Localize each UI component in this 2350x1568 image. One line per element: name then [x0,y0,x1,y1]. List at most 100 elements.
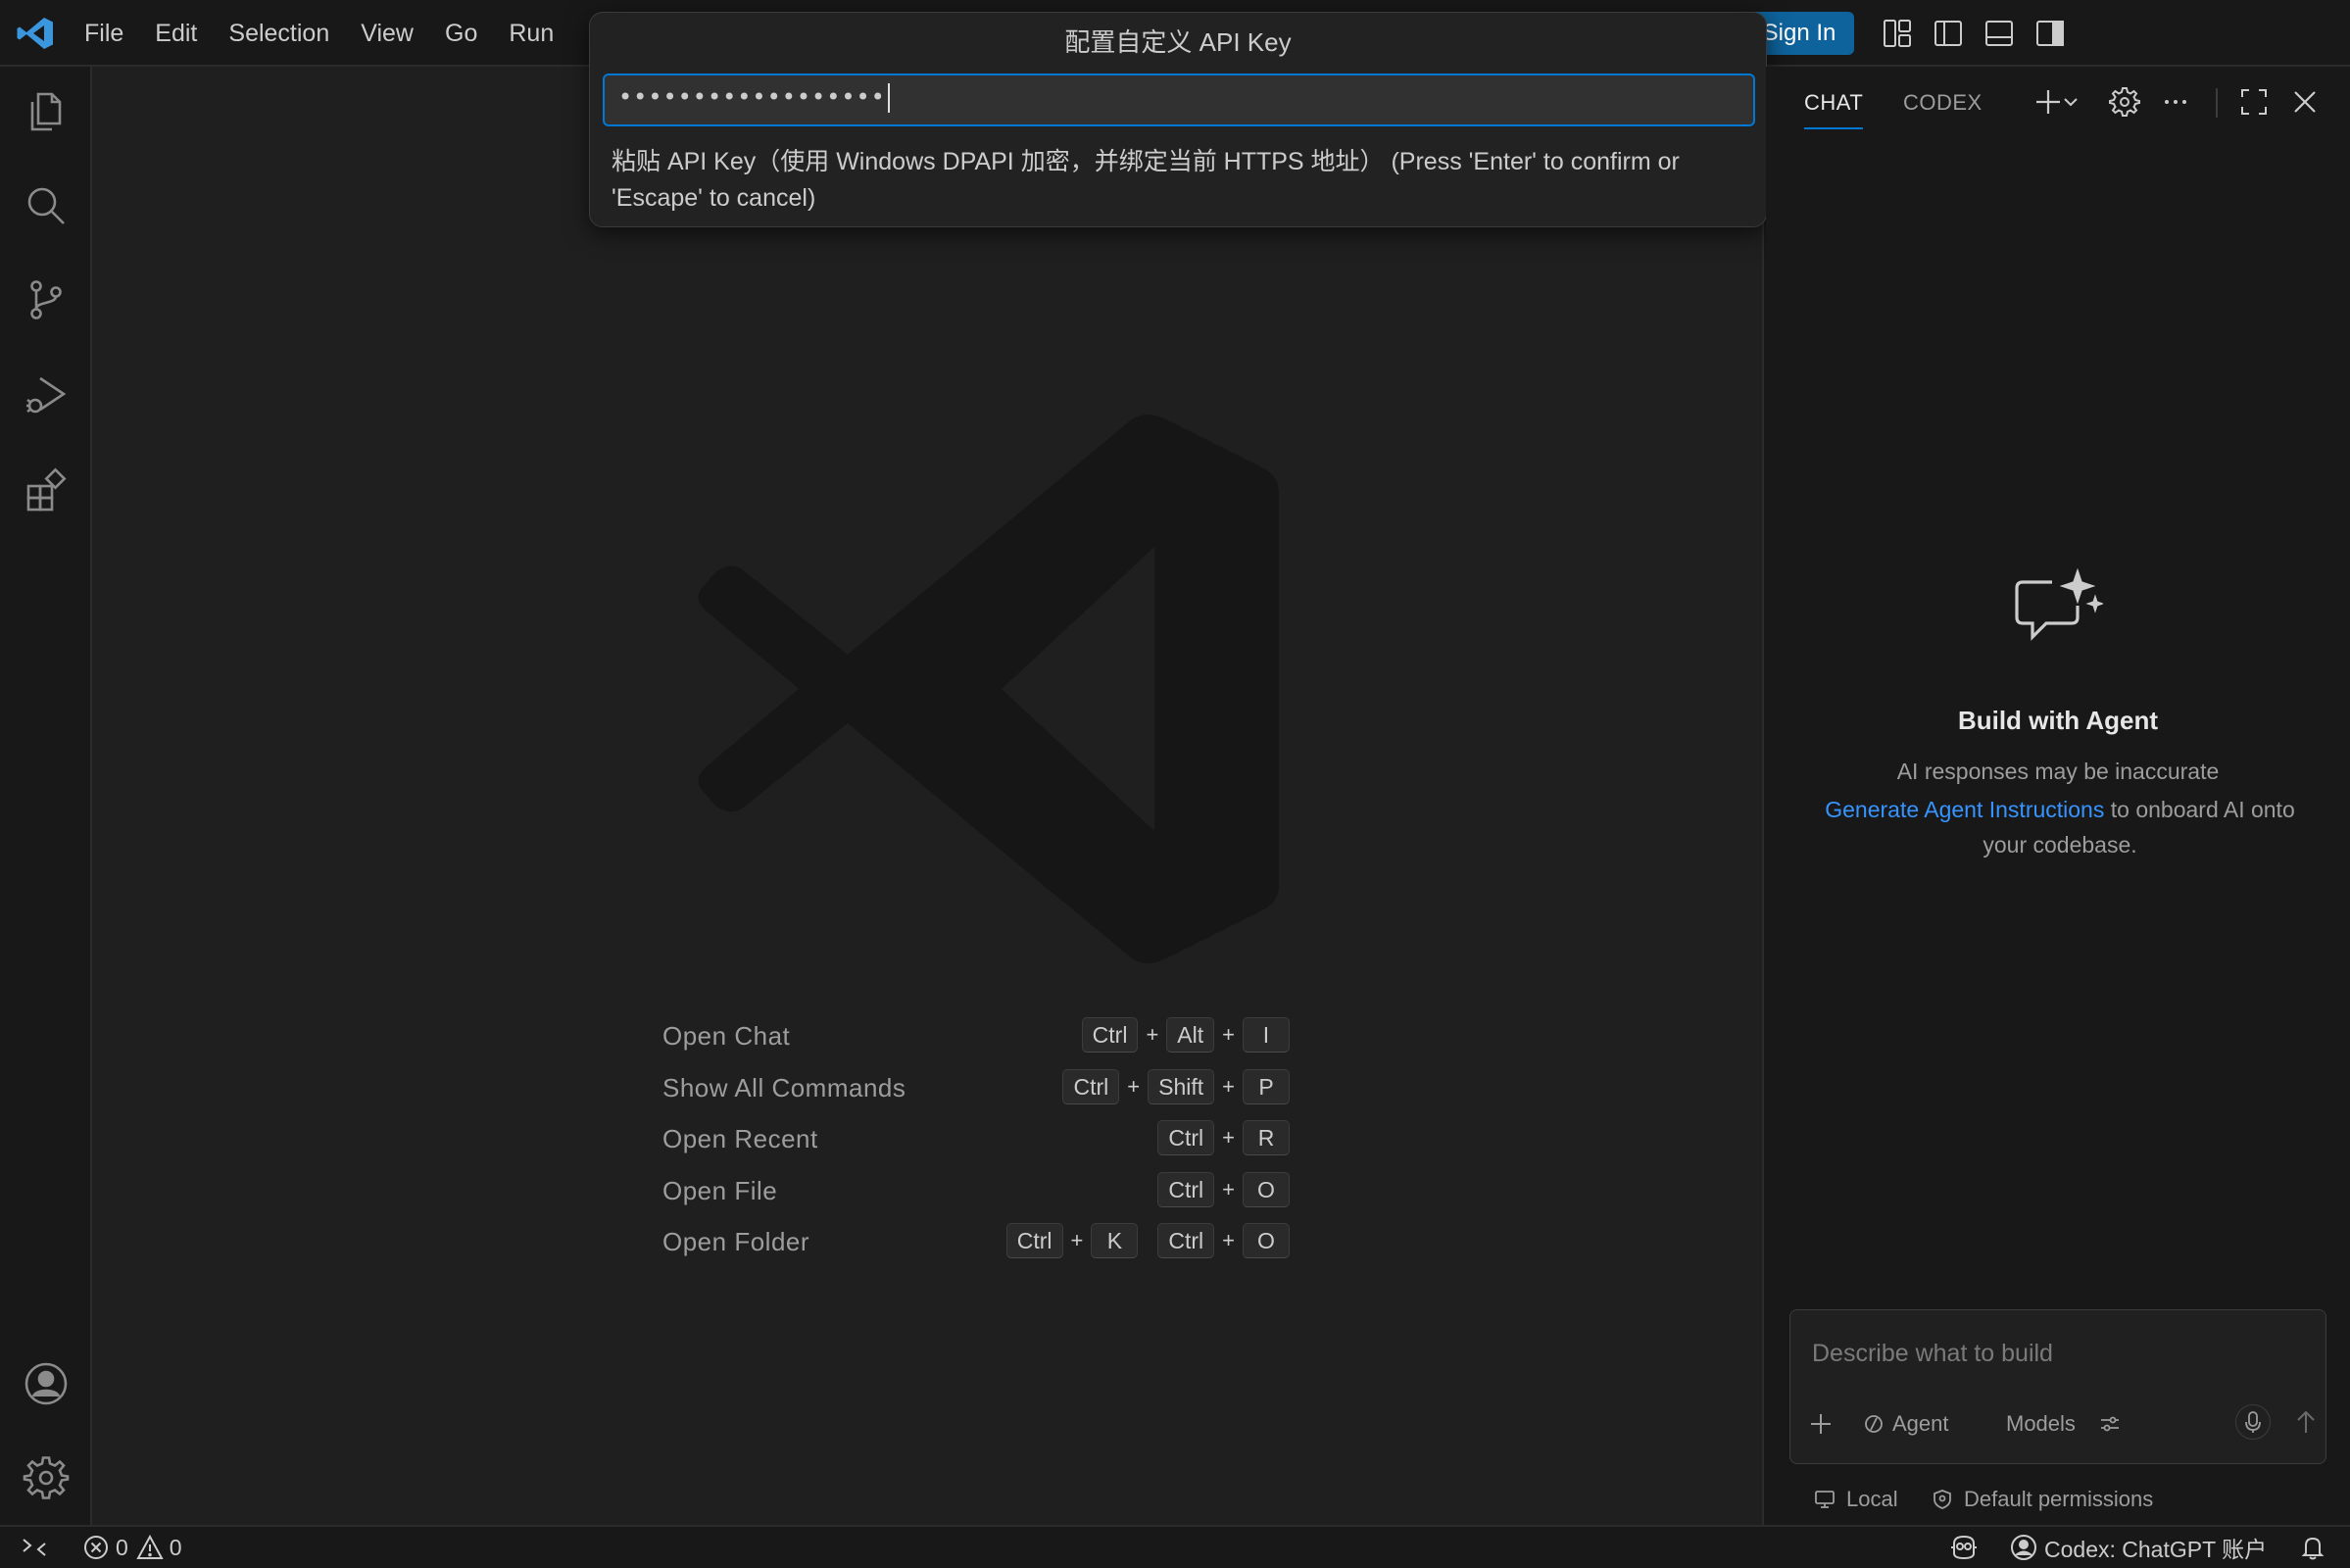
menu-bar: File Edit Selection View Go Run [69,0,569,67]
key: P [1243,1068,1290,1104]
monitor-icon [1815,1491,1835,1508]
bell-icon [2301,1537,2325,1560]
key: R [1243,1120,1290,1155]
remote-indicator[interactable] [20,1527,55,1568]
toggle-secondary-sidebar-icon[interactable] [2034,18,2066,49]
editor-area: Open Chat Ctrl + Alt + I Show All Commands… [92,67,1764,1525]
text-caret [887,83,890,113]
notifications-button[interactable] [2299,1527,2332,1568]
vscode-logo-icon [17,18,53,49]
search-icon[interactable] [23,182,70,229]
shortcut-label: Show All Commands [662,1072,906,1102]
chat-sparkle-icon [2015,567,2103,641]
chat-input-placeholder: Describe what to build [1812,1340,2053,1367]
tab-chat[interactable]: CHAT [1804,90,1864,129]
keybinding: Ctrl + Alt + I [1081,1017,1290,1053]
models-label: Models [2006,1411,2076,1436]
tools-config-button[interactable] [2098,1404,2130,1444]
microphone-icon [2245,1411,2261,1433]
keybinding: Ctrl + K Ctrl + O [1005,1223,1290,1258]
plus-icon [1811,1414,1831,1434]
key: I [1243,1017,1290,1053]
key: O [1243,1223,1290,1258]
toolbar-divider [2216,88,2218,118]
codex-account-label: Codex: ChatGPT 账户 [2044,1537,2268,1562]
extensions-icon[interactable] [23,466,70,514]
keybinding: Ctrl + Shift + P [1062,1068,1290,1104]
key: Ctrl [1157,1171,1215,1207]
copilot-status[interactable] [1948,1527,1985,1568]
toggle-panel-icon[interactable] [1983,18,2015,49]
keybinding: Ctrl + R [1157,1120,1290,1155]
add-context-button[interactable] [1808,1404,1841,1444]
remote-icon [23,1539,46,1556]
empty-state-title: Build with Agent [1957,706,2159,735]
warning-icon [136,1534,164,1559]
menu-view[interactable]: View [345,12,429,55]
agent-mode-label: Agent [1892,1411,1949,1436]
voice-input-button[interactable] [2235,1404,2271,1440]
key: Ctrl [1081,1017,1139,1053]
problems-indicator[interactable]: 0 0 [82,1527,182,1568]
generate-agent-instructions-link[interactable]: Generate Agent Instructions [1825,797,2104,822]
customize-layout-icon[interactable] [1882,18,1913,49]
send-arrow-icon[interactable] [2290,1406,2322,1438]
activity-bar [0,67,92,1525]
api-key-input[interactable]: •••••••••••••••••• [603,74,1755,126]
shortcut-label: Open File [662,1175,778,1205]
quick-input-dialog: 配置自定义 API Key •••••••••••••••••• 粘贴 API … [589,12,1767,227]
shortcut-row-open-file[interactable]: Open File Ctrl + O [662,1168,1290,1220]
agent-mode-picker[interactable]: Agent [1863,1404,1949,1444]
session-target-local[interactable]: Local [1813,1482,1898,1517]
tools-sliders-icon [2101,1416,2119,1432]
shortcut-row-open-chat[interactable]: Open Chat Ctrl + Alt + I [662,1013,1290,1065]
codex-account-status[interactable]: Codex: ChatGPT 账户 [2009,1527,2267,1568]
shortcut-row-open-folder[interactable]: Open Folder Ctrl + K Ctrl + O [662,1219,1290,1271]
copilot-icon [1951,1535,1977,1560]
chat-settings-gear-icon[interactable] [2109,86,2140,118]
account-icon[interactable] [23,1360,70,1407]
new-chat-plus-icon[interactable] [2032,86,2064,118]
shield-icon [1934,1490,1951,1509]
models-picker[interactable]: Models [2006,1404,2076,1444]
key: Alt [1166,1017,1215,1053]
menu-selection[interactable]: Selection [213,12,345,55]
quick-input-message: 粘贴 API Key（使用 Windows DPAPI 加密，并绑定当前 HTT… [612,148,1680,212]
menu-go[interactable]: Go [429,12,493,55]
empty-state-disclaimer: AI responses may be inaccurate [1896,759,2220,784]
source-control-icon[interactable] [23,276,70,323]
files-icon[interactable] [23,88,70,135]
shortcut-row-show-all-commands[interactable]: Show All Commands Ctrl + Shift + P [662,1065,1290,1117]
key: K [1091,1223,1139,1258]
agent-mode-icon [1865,1415,1883,1433]
permissions-label: Default permissions [1964,1487,2154,1511]
local-label: Local [1846,1487,1898,1511]
menu-edit[interactable]: Edit [139,12,213,55]
key: Ctrl [1157,1120,1215,1155]
run-debug-icon[interactable] [23,372,70,419]
tab-codex[interactable]: CODEX [1903,90,1983,129]
chat-input-toolbar: Agent Models [1808,1404,2315,1444]
permissions-picker[interactable]: Default permissions [1931,1482,2153,1517]
close-icon[interactable] [2289,86,2321,118]
keybinding: Ctrl + O [1157,1171,1290,1207]
key: Shift [1148,1068,1215,1104]
vscode-watermark-icon [698,415,1279,963]
key: O [1243,1171,1290,1207]
error-icon [84,1536,108,1559]
menu-run[interactable]: Run [493,12,569,55]
more-actions-ellipsis-icon[interactable] [2160,86,2191,118]
chat-panel: CHAT CODEX Build with Agent AI responses… [1766,67,2350,1525]
toggle-primary-sidebar-icon[interactable] [1933,18,1964,49]
chat-input-box[interactable]: Describe what to build Agent Models [1789,1309,2326,1464]
chevron-down-icon[interactable] [2062,86,2080,118]
api-key-masked-value: •••••••••••••••••• [618,83,890,113]
maximize-icon[interactable] [2238,86,2270,118]
empty-state-instructions: Generate Agent Instructions to onboard A… [1825,792,2295,862]
shortcut-row-open-recent[interactable]: Open Recent Ctrl + R [662,1116,1290,1168]
shortcut-label: Open Recent [662,1124,818,1153]
account-circle-icon [2011,1535,2036,1560]
menu-file[interactable]: File [69,12,139,55]
manage-gear-icon[interactable] [23,1454,70,1501]
shortcut-list: Open Chat Ctrl + Alt + I Show All Commands… [662,1013,1290,1271]
